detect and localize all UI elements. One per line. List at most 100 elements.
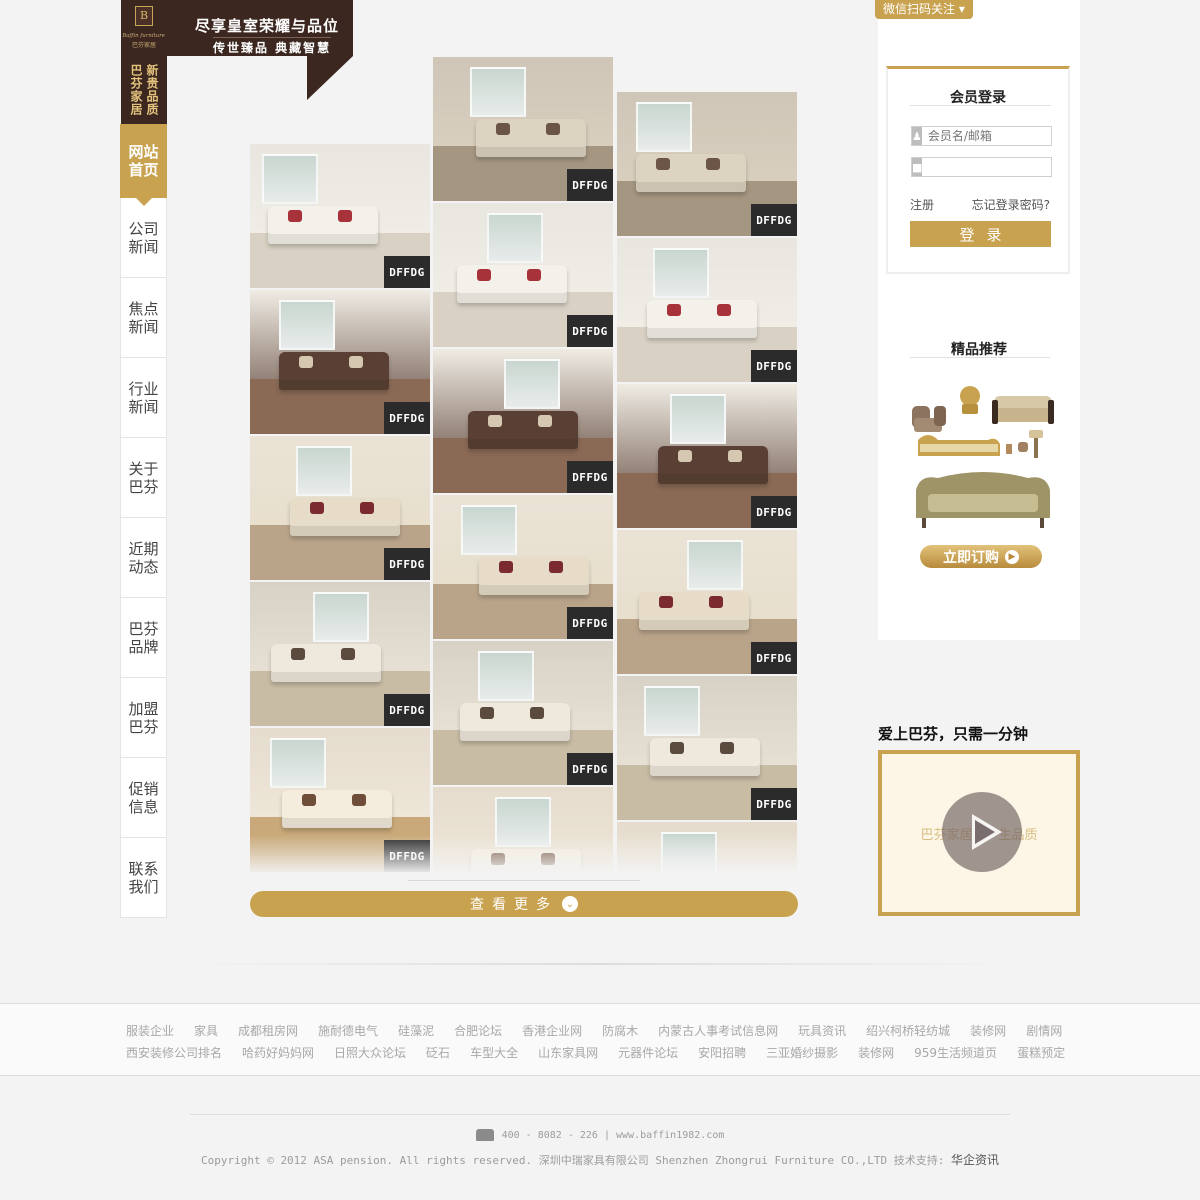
friend-link[interactable]: 蛋糕预定 xyxy=(1017,1044,1065,1061)
friend-link[interactable]: 三亚婚纱摄影 xyxy=(766,1044,838,1061)
divider xyxy=(910,105,1051,106)
nav-item-about[interactable]: 关于巴芬 xyxy=(120,438,167,518)
contact-text: 400 - 8082 - 226 | www.baffin1982.com xyxy=(501,1130,725,1141)
friend-link[interactable]: 施耐德电气 xyxy=(318,1022,378,1039)
gallery-tile[interactable]: DFFDG xyxy=(433,641,613,785)
username-input[interactable] xyxy=(921,127,1078,145)
nav-item-contact[interactable]: 联系我们 xyxy=(120,838,167,918)
friend-link[interactable]: 西安装修公司排名 xyxy=(126,1044,222,1061)
friend-link[interactable]: 959生活频道页 xyxy=(914,1044,997,1061)
gallery-tile[interactable]: DFFDG xyxy=(433,349,613,493)
gallery-tile[interactable]: DFFDG xyxy=(617,676,797,820)
arrow-right-icon: ▶ xyxy=(1005,549,1019,564)
friend-link[interactable]: 哈药好妈妈网 xyxy=(242,1044,314,1061)
friend-link[interactable]: 防腐木 xyxy=(602,1022,638,1039)
friend-links-bar: 服装企业 家具 成都租房网 施耐德电气 硅藻泥 合肥论坛 香港企业网 防腐木 内蒙古人事考试信息… xyxy=(0,1003,1200,1076)
tech-support-link[interactable]: 华企资讯 xyxy=(951,1153,999,1167)
tile-badge: DFFDG xyxy=(384,402,430,434)
product-gallery: DFFDG DFFDG DFFDG DFFDG DFFDG DFFDG DFFDG DFFD… xyxy=(250,0,800,875)
contact-info: 400 - 8082 - 226 | www.baffin1982.com xyxy=(0,1129,1200,1141)
password-input[interactable] xyxy=(922,158,1079,176)
chevron-down-icon: ⌄ xyxy=(562,896,578,912)
friend-link[interactable]: 安阳招聘 xyxy=(698,1044,746,1061)
tile-badge: DFFDG xyxy=(567,315,613,347)
gallery-tile[interactable]: DFFDG xyxy=(250,582,430,726)
friend-link[interactable]: 硅藻泥 xyxy=(398,1022,434,1039)
friend-link[interactable]: 家具 xyxy=(194,1022,218,1039)
view-more-button[interactable]: 查看更多 ⌄ xyxy=(250,891,798,917)
gallery-column-3: DFFDGDFFDGDFFDGDFFDGDFFDGDFFDG xyxy=(617,92,799,875)
tile-badge: DFFDG xyxy=(751,788,797,820)
wechat-follow-button[interactable]: 微信扫码关注 ▾ xyxy=(875,0,973,19)
gallery-tile[interactable]: DFFDG xyxy=(433,203,613,347)
nav-label: 促销信息 xyxy=(128,779,159,816)
nav-item-company-news[interactable]: 公司新闻 xyxy=(120,198,167,278)
nav-label: 加盟巴芬 xyxy=(128,699,159,736)
gallery-tile[interactable]: DFFDG xyxy=(617,530,797,674)
friend-link[interactable]: 绍兴柯桥轻纺城 xyxy=(866,1022,950,1039)
divider xyxy=(910,357,1050,358)
gallery-tile[interactable]: DFFDG xyxy=(250,290,430,434)
nav-item-brand[interactable]: 巴芬品牌 xyxy=(120,598,167,678)
friend-link[interactable]: 服装企业 xyxy=(126,1022,174,1039)
user-icon: ♟ xyxy=(912,127,922,145)
crown-crest-icon: B xyxy=(135,6,153,26)
nav-item-recent[interactable]: 近期动态 xyxy=(120,518,167,598)
tile-badge: DFFDG xyxy=(751,204,797,236)
nav-label: 巴芬品牌 xyxy=(128,619,159,656)
tile-badge: DFFDG xyxy=(384,694,430,726)
tile-badge: DFFDG xyxy=(567,169,613,201)
member-login-box: 会员登录 ♟ ■ 注册 忘记登录密码? 登录 xyxy=(886,66,1079,274)
gallery-tile[interactable]: DFFDG xyxy=(433,57,613,201)
order-now-button[interactable]: 立即订购 ▶ xyxy=(920,545,1042,568)
gallery-tile[interactable]: DFFDG xyxy=(250,436,430,580)
friend-link[interactable]: 山东家具网 xyxy=(538,1044,598,1061)
friend-link[interactable]: 玩具资讯 xyxy=(798,1022,846,1039)
friend-link[interactable]: 车型大全 xyxy=(470,1044,518,1061)
nav-label: 网站首页 xyxy=(128,143,159,179)
login-button[interactable]: 登录 xyxy=(910,221,1051,247)
gallery-tile[interactable]: DFFDG xyxy=(617,92,797,236)
tile-badge: DFFDG xyxy=(751,496,797,528)
friend-link[interactable]: 日照大众论坛 xyxy=(334,1044,406,1061)
telephone-icon xyxy=(475,1129,494,1141)
nav-item-industry-news[interactable]: 行业新闻 xyxy=(120,358,167,438)
nav-item-franchise[interactable]: 加盟巴芬 xyxy=(120,678,167,758)
gallery-tile[interactable]: DFFDG xyxy=(433,495,613,639)
gallery-tile[interactable]: DFFDG xyxy=(617,238,797,382)
friend-link[interactable]: 元器件论坛 xyxy=(618,1044,678,1061)
tile-badge: DFFDG xyxy=(751,350,797,382)
gallery-tile[interactable]: DFFDG xyxy=(250,144,430,288)
friend-link[interactable]: 剧情网 xyxy=(1026,1022,1062,1039)
nav-item-home[interactable]: 网站首页 xyxy=(120,124,167,206)
nav-label: 联系我们 xyxy=(128,859,159,896)
order-now-label: 立即订购 xyxy=(943,549,999,566)
copyright-text: Copyright © 2012 ASA pension. All rights… xyxy=(200,1154,951,1167)
forgot-password-link[interactable]: 忘记登录密码? xyxy=(972,196,1050,213)
gallery-column-2: DFFDGDFFDGDFFDGDFFDGDFFDGDFFDG xyxy=(433,57,615,875)
nav-label: 焦点新闻 xyxy=(128,299,159,336)
friend-link[interactable]: 合肥论坛 xyxy=(454,1022,502,1039)
tile-badge: DFFDG xyxy=(384,256,430,288)
tagline-right: 新贵品质 xyxy=(145,64,159,116)
tagline-left: 巴芬家居 xyxy=(129,64,143,116)
nav-item-focus-news[interactable]: 焦点新闻 xyxy=(120,278,167,358)
recommended-furniture-image[interactable] xyxy=(908,378,1058,540)
play-icon[interactable] xyxy=(942,792,1022,872)
recommend-title: 精品推荐 xyxy=(951,342,1007,358)
password-field: ■ xyxy=(911,157,1079,177)
friend-link[interactable]: 香港企业网 xyxy=(522,1022,582,1039)
gallery-tile[interactable]: DFFDG xyxy=(617,384,797,528)
friend-link[interactable]: 砭石 xyxy=(426,1044,450,1061)
friend-link[interactable]: 成都租房网 xyxy=(238,1022,298,1039)
copyright: Copyright © 2012 ASA pension. All rights… xyxy=(0,1151,1200,1168)
friend-link[interactable]: 内蒙古人事考试信息网 xyxy=(658,1022,778,1039)
friend-link[interactable]: 装修网 xyxy=(970,1022,1006,1039)
friend-links-row-1: 服装企业 家具 成都租房网 施耐德电气 硅藻泥 合肥论坛 香港企业网 防腐木 内蒙古人事考试信息… xyxy=(126,1022,1082,1039)
brand-emblem: B Baffin furniture 巴芬家居 xyxy=(121,0,167,56)
register-link[interactable]: 注册 xyxy=(910,196,934,213)
friend-link[interactable]: 装修网 xyxy=(858,1044,894,1061)
video-section-title: 爱上巴芬，只需一分钟 xyxy=(878,725,1029,743)
brand-video-player[interactable]: 巴芬家居，一生品质 xyxy=(878,750,1080,916)
nav-item-promotions[interactable]: 促销信息 xyxy=(120,758,167,838)
